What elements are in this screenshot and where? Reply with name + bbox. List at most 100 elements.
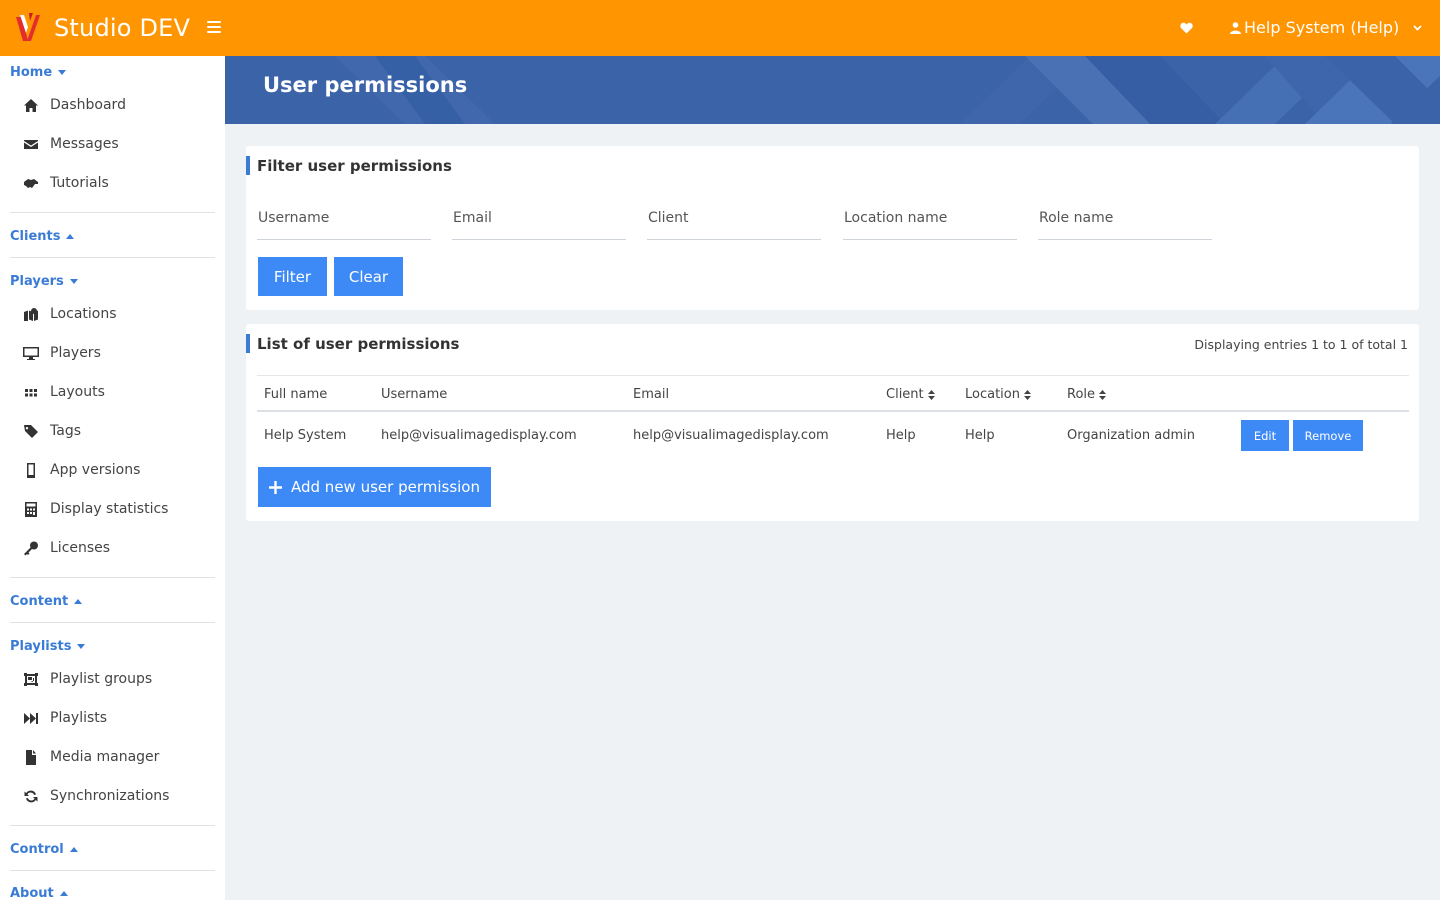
fast-forward-icon	[22, 710, 40, 726]
plus-icon	[269, 480, 282, 494]
sidebar-item-label: Synchronizations	[50, 788, 170, 804]
menu-toggle-icon[interactable]	[207, 21, 221, 35]
sidebar-item-synchronizations[interactable]: Synchronizations	[22, 785, 169, 807]
role-name-input[interactable]	[1038, 208, 1212, 226]
column-header-label: Role	[1067, 387, 1096, 402]
column-header-email: Email	[633, 387, 669, 402]
sidebar-item-layouts[interactable]: Layouts	[22, 381, 105, 403]
location-name-input[interactable]	[843, 208, 1017, 226]
sidebar-item-tutorials[interactable]: Tutorials	[22, 172, 109, 194]
sort-icon	[1099, 389, 1107, 400]
sidebar-divider	[10, 870, 215, 871]
sidebar-section-home[interactable]: Home	[10, 65, 67, 80]
sidebar-divider	[10, 212, 215, 213]
username-field[interactable]	[257, 208, 431, 240]
cell-email: help@visualimagedisplay.com	[633, 428, 829, 443]
caret-down-icon	[58, 70, 67, 75]
sidebar-section-about[interactable]: About	[10, 886, 68, 900]
location-name-field[interactable]	[843, 208, 1017, 240]
sidebar-item-label: Media manager	[50, 749, 160, 765]
caret-up-icon	[69, 847, 78, 852]
sidebar-divider	[10, 257, 215, 258]
sidebar-item-display-statistics[interactable]: Display statistics	[22, 498, 168, 520]
sidebar-section-clients[interactable]: Clients	[10, 229, 75, 244]
sidebar-item-label: App versions	[50, 462, 141, 478]
client-input[interactable]	[647, 208, 821, 226]
column-header-role[interactable]: Role	[1067, 387, 1107, 402]
email-input[interactable]	[452, 208, 626, 226]
sidebar-section-players[interactable]: Players	[10, 274, 78, 289]
list-card: List of user permissions Displaying entr…	[246, 324, 1419, 521]
user-icon	[1230, 21, 1241, 34]
heart-icon[interactable]	[1180, 22, 1193, 34]
app-title[interactable]: Studio DEV	[54, 14, 190, 42]
sidebar-item-messages[interactable]: Messages	[22, 133, 119, 155]
top-bar: Studio DEV Help System (Help)	[0, 0, 1440, 56]
column-header-client[interactable]: Client	[886, 387, 935, 402]
caret-up-icon	[74, 599, 83, 604]
page-title: User permissions	[263, 73, 468, 97]
email-field[interactable]	[452, 208, 626, 240]
sidebar-item-licenses[interactable]: Licenses	[22, 537, 110, 559]
handshake-icon	[22, 175, 40, 191]
tag-icon	[22, 423, 40, 439]
column-header-location[interactable]: Location	[965, 387, 1031, 402]
sidebar-item-label: Playlists	[50, 710, 108, 726]
sidebar-section-label: Content	[10, 594, 69, 609]
sidebar-item-dashboard[interactable]: Dashboard	[22, 94, 126, 116]
user-name: Help System (Help)	[1244, 18, 1400, 37]
sidebar: Home Dashboard Messages Tutorials Client…	[0, 56, 225, 900]
sidebar-section-label: Control	[10, 842, 64, 857]
list-card-header: List of user permissions Displaying entr…	[246, 324, 1419, 364]
sidebar-divider	[10, 622, 215, 623]
sidebar-section-control[interactable]: Control	[10, 842, 78, 857]
chevron-down-icon	[1413, 24, 1422, 31]
filter-card-header: Filter user permissions	[246, 146, 1419, 186]
sidebar-item-players[interactable]: Players	[22, 342, 101, 364]
calculator-icon	[22, 501, 40, 517]
sidebar-section-label: Clients	[10, 229, 61, 244]
cell-role: Organization admin	[1067, 428, 1195, 443]
caret-down-icon	[69, 279, 78, 284]
sidebar-item-tags[interactable]: Tags	[22, 420, 81, 442]
remove-button[interactable]: Remove	[1293, 420, 1363, 451]
sidebar-section-playlists[interactable]: Playlists	[10, 639, 86, 654]
app-logo-icon[interactable]	[14, 11, 42, 45]
user-menu[interactable]: Help System (Help)	[1230, 18, 1422, 37]
cell-username: help@visualimagedisplay.com	[381, 428, 577, 443]
sidebar-section-label: Playlists	[10, 639, 72, 654]
sidebar-divider	[10, 577, 215, 578]
client-field[interactable]	[647, 208, 821, 240]
sidebar-item-label: Messages	[50, 136, 119, 152]
role-name-field[interactable]	[1038, 208, 1212, 240]
sidebar-item-playlists[interactable]: Playlists	[22, 707, 107, 729]
monitor-icon	[22, 345, 40, 361]
column-header-label: Username	[381, 387, 448, 402]
caret-down-icon	[77, 644, 86, 649]
sidebar-item-label: Locations	[50, 306, 117, 322]
home-icon	[22, 97, 40, 113]
sidebar-section-content[interactable]: Content	[10, 594, 83, 609]
edit-button[interactable]: Edit	[1241, 420, 1289, 451]
sidebar-item-label: Display statistics	[50, 501, 169, 517]
sidebar-item-locations[interactable]: Locations	[22, 303, 117, 325]
username-input[interactable]	[257, 208, 431, 226]
sidebar-section-label: Home	[10, 65, 53, 80]
page-header-banner: User permissions	[225, 56, 1440, 124]
column-header-full-name: Full name	[264, 387, 327, 402]
add-user-permission-button[interactable]: Add new user permission	[258, 467, 491, 507]
sidebar-item-app-versions[interactable]: App versions	[22, 459, 140, 481]
sort-icon	[1023, 389, 1031, 400]
sidebar-item-label: Licenses	[50, 540, 111, 556]
clear-button[interactable]: Clear	[334, 257, 403, 296]
sidebar-item-playlist-groups[interactable]: Playlist groups	[22, 668, 152, 690]
envelope-icon	[22, 136, 40, 152]
sidebar-item-label: Players	[50, 345, 101, 361]
sidebar-item-media-manager[interactable]: Media manager	[22, 746, 159, 768]
filter-card: Filter user permissions Filter Clear	[246, 146, 1419, 310]
filter-button[interactable]: Filter	[258, 257, 327, 296]
cell-location: Help	[965, 428, 995, 443]
add-user-permission-label: Add new user permission	[291, 478, 480, 496]
filter-card-title: Filter user permissions	[257, 157, 452, 175]
column-header-label: Full name	[264, 387, 328, 402]
